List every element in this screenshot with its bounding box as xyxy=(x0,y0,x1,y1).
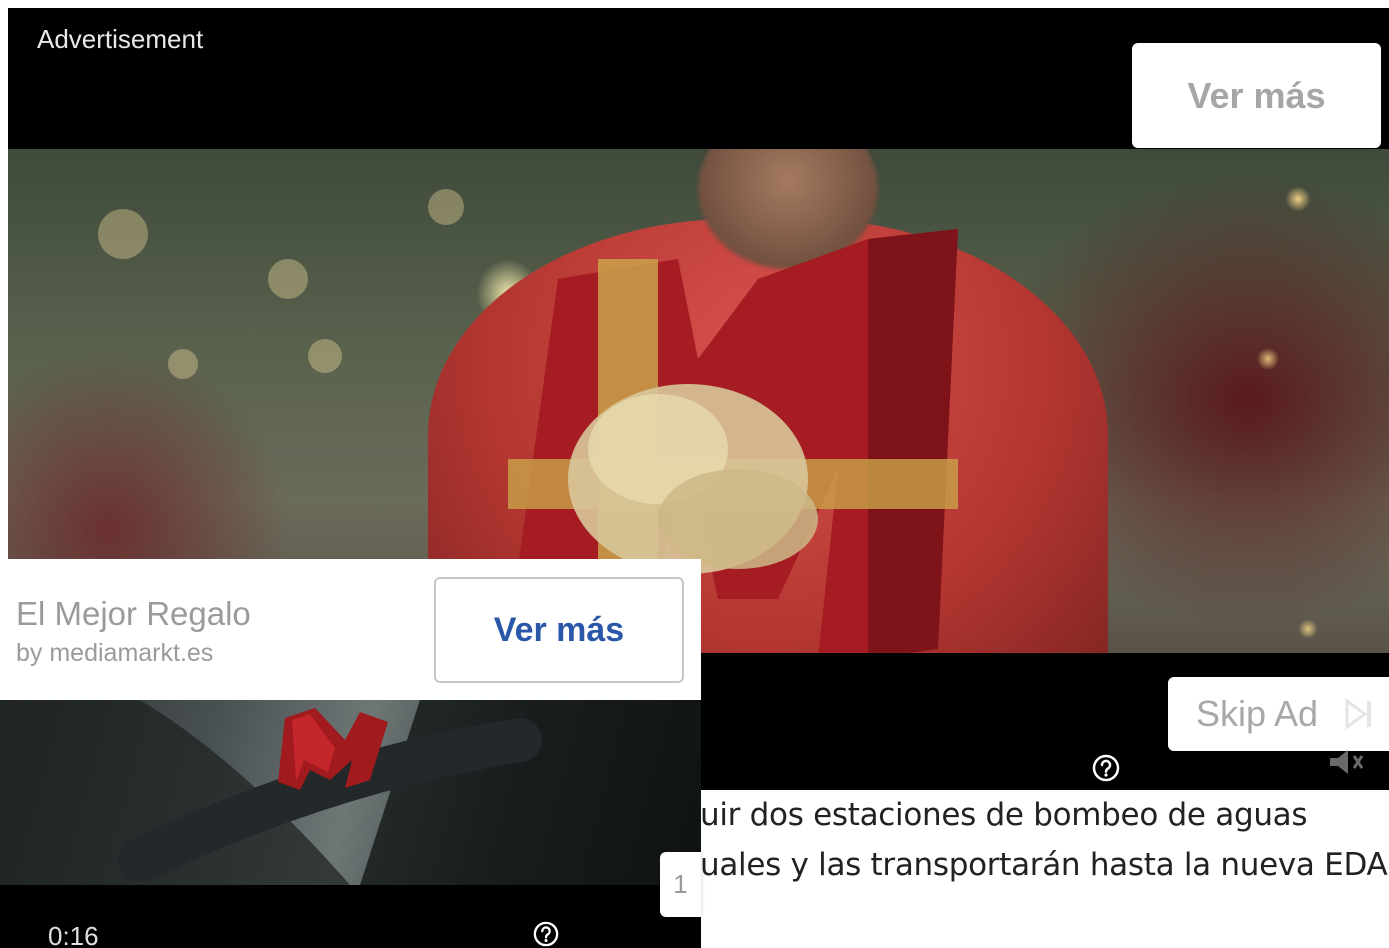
mini-video-frame[interactable] xyxy=(0,700,701,885)
ver-mas-button[interactable]: Ver más xyxy=(1132,43,1381,148)
advertisement-label: Advertisement xyxy=(37,24,204,54)
article-text-line: uales y las transportarán hasta la nueva… xyxy=(700,847,1389,883)
video-timer: 0:16 xyxy=(48,921,99,948)
volume-icon[interactable] xyxy=(1326,748,1366,776)
smartwatch-image xyxy=(0,700,701,885)
skip-ad-button[interactable]: Skip Ad xyxy=(1168,677,1389,751)
question-circle-icon[interactable] xyxy=(1092,754,1120,782)
bokeh-light xyxy=(168,349,198,379)
ad-title: El Mejor Regalo xyxy=(16,595,251,632)
mini-video-player[interactable]: El Mejor Regalo by mediamarkt.es Ver más… xyxy=(0,559,701,948)
skip-next-icon xyxy=(1345,698,1371,730)
skip-ad-label: Skip Ad xyxy=(1196,693,1319,734)
ver-mas-button[interactable]: Ver más xyxy=(434,577,684,683)
bokeh-light xyxy=(428,189,464,225)
bokeh-light xyxy=(308,339,342,373)
mini-ad-banner: El Mejor Regalo by mediamarkt.es Ver más xyxy=(0,559,701,700)
ad-advertiser: by mediamarkt.es xyxy=(16,639,214,667)
question-circle-icon[interactable] xyxy=(533,921,559,947)
bokeh-light xyxy=(98,209,148,259)
bokeh-light xyxy=(268,259,308,299)
article-text-line: uir dos estaciones de bombeo de aguas xyxy=(700,797,1308,833)
page-number-badge[interactable]: 1 xyxy=(660,852,701,917)
